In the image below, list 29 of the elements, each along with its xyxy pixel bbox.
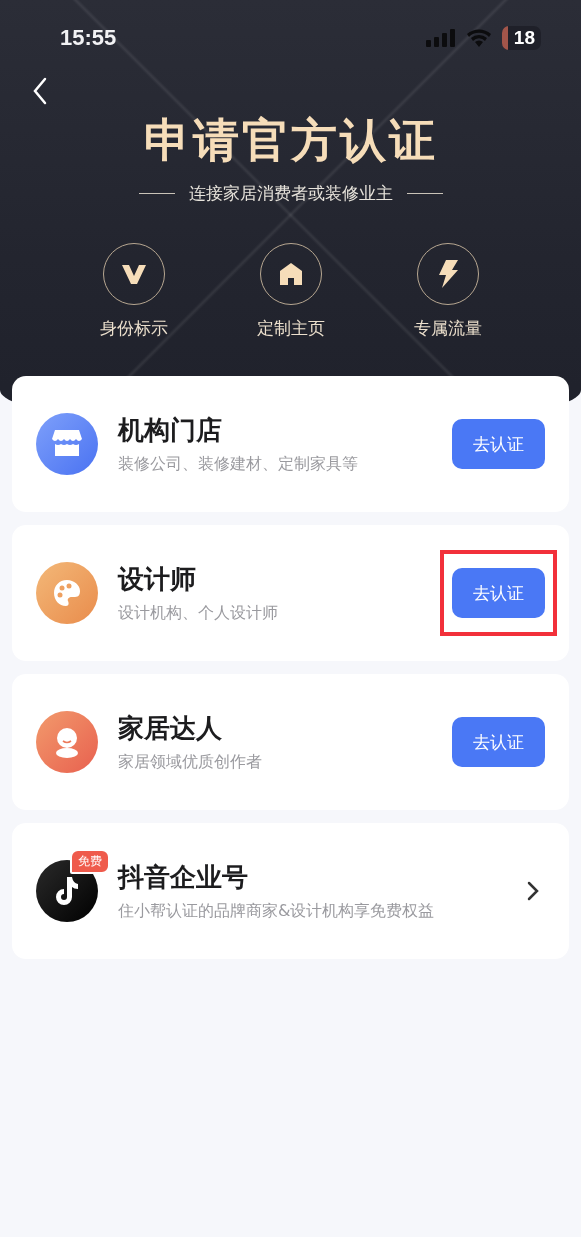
page-title: 申请官方认证 (142, 112, 439, 169)
battery-indicator: 18 (501, 26, 541, 50)
certification-card[interactable]: 机构门店 装修公司、装修建材、定制家具等 去认证 (12, 376, 569, 512)
card-title: 设计师 (118, 563, 197, 596)
card-title: 家居达人 (118, 712, 223, 745)
lightning-icon (436, 260, 459, 288)
feature-label: 定制主页 (256, 317, 325, 340)
wifi-icon (465, 28, 492, 48)
certify-button[interactable]: 去认证 (452, 568, 545, 618)
card-description: 装修公司、装修建材、定制家具等 (118, 454, 359, 475)
chevron-right-icon[interactable] (527, 881, 539, 901)
feature-label: 专属流量 (413, 317, 482, 340)
feature-label: 身份标示 (99, 317, 168, 340)
v-icon (119, 262, 148, 286)
certification-card[interactable]: 免费 抖音企业号 住小帮认证的品牌商家&设计机构享免费权益 (12, 823, 569, 959)
certify-button[interactable]: 去认证 (452, 717, 545, 767)
card-title: 机构门店 (118, 414, 223, 447)
page-subtitle: 连接家居消费者或装修业主 (188, 182, 393, 205)
status-time: 15:55 (60, 25, 117, 51)
free-badge: 免费 (70, 849, 110, 874)
certify-button[interactable]: 去认证 (452, 419, 545, 469)
certification-card[interactable]: 设计师 设计机构、个人设计师 去认证 (12, 525, 569, 661)
card-title: 抖音企业号 (118, 861, 249, 894)
home-icon (277, 262, 304, 286)
signal-icon (425, 28, 456, 48)
card-description: 家居领域优质创作者 (118, 752, 263, 773)
card-description: 住小帮认证的品牌商家&设计机构享免费权益 (118, 901, 436, 922)
certification-card[interactable]: 家居达人 家居领域优质创作者 去认证 (12, 674, 569, 810)
card-description: 设计机构、个人设计师 (118, 603, 279, 624)
